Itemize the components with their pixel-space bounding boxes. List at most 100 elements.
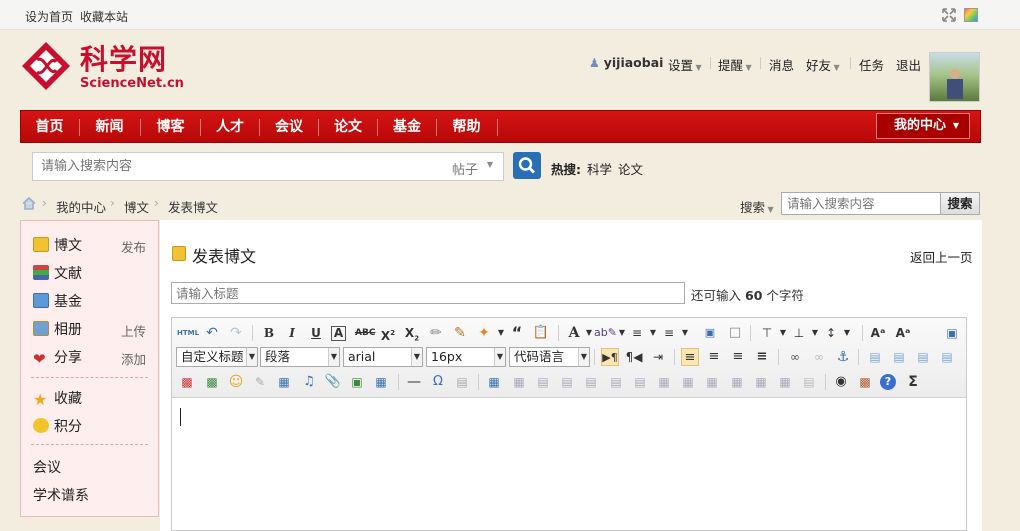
help-icon[interactable]: ? — [880, 374, 896, 390]
horizontal-rule-icon[interactable]: — — [405, 373, 423, 391]
merge-cells-icon[interactable]: ▦ — [655, 373, 673, 391]
template-icon[interactable]: ▦ — [372, 373, 390, 391]
italic-button[interactable]: I — [283, 324, 301, 342]
code-language-select[interactable]: 代码语言 ▼ — [509, 347, 590, 367]
redo-icon[interactable]: ↷ — [227, 324, 245, 342]
page-break-icon[interactable]: ▤ — [453, 373, 471, 391]
insert-table-icon[interactable]: ▦ — [485, 373, 503, 391]
auto-format-icon[interactable]: ✦ — [475, 324, 493, 342]
nav-home[interactable]: 首页 — [21, 111, 78, 144]
color-theme-icon[interactable] — [964, 8, 978, 22]
insert-row-icon[interactable]: ▤ — [558, 373, 576, 391]
merge-down-icon[interactable]: ▦ — [703, 373, 721, 391]
emoticon-icon[interactable]: ☺ — [227, 373, 245, 391]
nav-talent[interactable]: 人才 — [201, 111, 259, 144]
image-icon[interactable]: ▩ — [178, 373, 196, 391]
video-icon[interactable]: ▦ — [275, 373, 293, 391]
select-all-icon[interactable]: ▣ — [701, 324, 719, 342]
underline-button[interactable]: U — [307, 324, 325, 342]
paragraph-select[interactable]: 段落 ▼ — [260, 347, 340, 367]
music-icon[interactable]: ♫ — [300, 373, 318, 391]
font-family-select[interactable]: arial ▼ — [343, 347, 423, 367]
format-painter-icon[interactable]: ✎ — [451, 324, 469, 342]
html-source-button[interactable]: HTML — [177, 324, 199, 342]
search-replace-icon[interactable]: ◉ — [832, 373, 850, 391]
unlink-icon[interactable]: ∞ — [810, 348, 828, 366]
nav-fund[interactable]: 基金 — [378, 111, 436, 144]
image-left-icon[interactable]: ▤ — [890, 348, 908, 366]
breadcrumb-item[interactable]: 博文 — [124, 197, 149, 216]
set-home-link[interactable]: 设为首页 — [25, 8, 73, 25]
user-nav-friends[interactable]: 好友 ▼ — [806, 55, 840, 74]
highlight-icon[interactable]: ab✎ — [594, 324, 617, 342]
sidebar-item-favorites[interactable]: ★ 收藏 — [33, 388, 82, 408]
fullscreen-icon[interactable] — [942, 8, 956, 22]
breadcrumb-item[interactable]: 我的中心 — [56, 197, 106, 216]
nav-papers[interactable]: 论文 — [319, 111, 377, 144]
paste-plain-icon[interactable]: 📋 — [532, 324, 550, 342]
image-right-icon[interactable]: ▤ — [914, 348, 932, 366]
attachment-icon[interactable]: 📎 — [324, 373, 342, 391]
search-button[interactable] — [513, 152, 541, 179]
sidebar-item-album[interactable]: 相册 — [33, 319, 82, 339]
user-nav-tasks[interactable]: 任务 — [859, 55, 884, 74]
sidebar-item-genealogy[interactable]: 学术谱系 — [33, 485, 89, 505]
back-link[interactable]: 返回上一页 — [910, 247, 973, 266]
font-upper-icon[interactable]: Aᵃ — [869, 324, 887, 342]
eraser-icon[interactable]: ✏ — [427, 324, 445, 342]
insert-paragraph-before-icon[interactable]: ▤ — [534, 373, 552, 391]
image-center-icon[interactable]: ▤ — [938, 348, 956, 366]
search-input[interactable] — [32, 152, 445, 181]
map-icon[interactable]: ▣ — [348, 373, 366, 391]
align-right-button[interactable]: ≡ — [729, 348, 747, 366]
right-search-button[interactable]: 搜索 — [940, 192, 980, 215]
bold-button[interactable]: B — [260, 324, 278, 342]
search-type-select[interactable]: 帖子 ▼ — [444, 152, 504, 181]
avatar[interactable] — [929, 52, 980, 102]
align-justify-button[interactable]: ≡ — [753, 348, 771, 366]
delete-table-icon[interactable]: ▦ — [510, 373, 528, 391]
split-cells-icon[interactable]: ▦ — [728, 373, 746, 391]
multi-image-icon[interactable]: ▩ — [203, 373, 221, 391]
split-cols-icon[interactable]: ▦ — [776, 373, 794, 391]
image-none-icon[interactable]: ▤ — [866, 348, 884, 366]
hot-search-item[interactable]: 论文 — [618, 159, 643, 178]
user-nav-remind[interactable]: 提醒 ▼ — [718, 55, 752, 74]
nav-help[interactable]: 帮助 — [437, 111, 496, 144]
table-props-icon[interactable]: ▤ — [800, 373, 818, 391]
nav-meeting[interactable]: 会议 — [260, 111, 318, 144]
title-input[interactable] — [171, 282, 685, 304]
user-nav-messages[interactable]: 消息 — [769, 55, 794, 74]
insert-col-icon[interactable]: ▤ — [607, 373, 625, 391]
chevron-down-icon[interactable]: ▼ — [676, 324, 694, 342]
font-size-select[interactable]: 16px ▼ — [426, 347, 506, 367]
sidebar-item-points[interactable]: 积分 — [33, 416, 82, 436]
home-icon[interactable] — [22, 196, 36, 210]
blockquote-icon[interactable]: “ — [508, 324, 526, 342]
bookmark-link[interactable]: 收藏本站 — [80, 8, 128, 25]
chevron-down-icon[interactable]: ▼ — [838, 324, 856, 342]
special-chars-icon[interactable]: Ω — [429, 373, 447, 391]
font-lower-icon[interactable]: Aᵃ — [894, 324, 912, 342]
rtl-direction-button[interactable]: ¶◀ — [625, 348, 643, 366]
sidebar-item-meetings[interactable]: 会议 — [33, 457, 61, 477]
align-center-button[interactable]: ≡ — [705, 348, 723, 366]
user-nav-logout[interactable]: 退出 — [896, 55, 921, 74]
sidebar-add-link[interactable]: 添加 — [121, 349, 146, 368]
right-search-input[interactable] — [781, 192, 941, 215]
hot-search-item[interactable]: 科学 — [587, 159, 612, 178]
sidebar-item-literature[interactable]: 文献 — [33, 263, 82, 283]
heading-select[interactable]: 自定义标题 ▼ — [176, 347, 258, 367]
undo-icon[interactable]: ↶ — [203, 324, 221, 342]
fullscreen-editor-icon[interactable]: ▣ — [943, 324, 961, 342]
subscript-button[interactable]: X2 — [403, 324, 421, 342]
user-nav-settings[interactable]: 设置 ▼ — [668, 55, 702, 74]
paste-icon[interactable]: ▩ — [856, 373, 874, 391]
right-search-type[interactable]: 搜索 ▼ — [740, 197, 774, 216]
superscript-button[interactable]: X2 — [379, 324, 397, 343]
merge-right-icon[interactable]: ▦ — [679, 373, 697, 391]
sidebar-item-share[interactable]: ❤ 分享 — [33, 347, 82, 367]
ltr-direction-button[interactable]: ▶¶ — [601, 348, 619, 366]
strikethrough-button[interactable]: ABC — [355, 324, 375, 342]
scrawl-icon[interactable]: ✎ — [251, 373, 269, 391]
